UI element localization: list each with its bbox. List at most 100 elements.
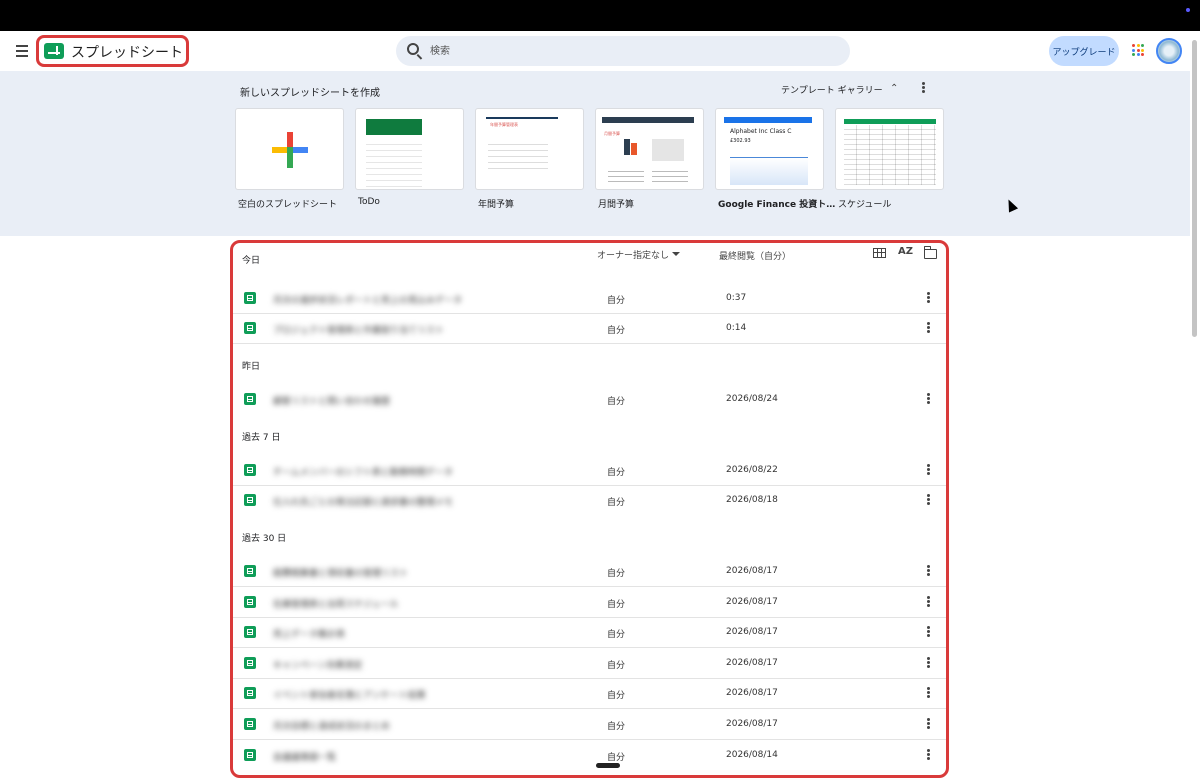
file-row[interactable]: 売上データ集計表 自分 2026/08/17 [233, 618, 946, 648]
status-dot [1186, 8, 1190, 12]
template-label: ToDo [358, 197, 380, 207]
file-owner: 自分 [607, 630, 626, 640]
grid-view-icon[interactable] [873, 248, 886, 258]
more-options-icon[interactable] [927, 687, 930, 699]
file-owner: 自分 [607, 600, 626, 610]
file-date: 2026/08/17 [726, 597, 778, 607]
file-date: 2026/08/24 [726, 394, 778, 404]
search-bar[interactable] [396, 36, 850, 66]
file-row[interactable]: キャンペーン効果測定 自分 2026/08/17 [233, 649, 946, 679]
sort-az-icon[interactable]: AZ [898, 246, 913, 257]
file-owner: 自分 [607, 326, 626, 336]
dropdown-caret-icon[interactable] [672, 252, 680, 256]
sheets-file-icon [244, 626, 256, 638]
file-row[interactable]: 月次の進捗状況レポートと売上の見込みデータ 自分 0:37 [233, 284, 946, 314]
sheets-file-icon [244, 749, 256, 761]
template-heading: 新しいスプレッドシートを作成 [240, 88, 380, 99]
file-row[interactable]: イベント参加者名簿とアンケート結果 自分 2026/08/17 [233, 679, 946, 709]
file-row[interactable]: 仕入れ先ごとの発注記録と請求書の整理メモ 自分 2026/08/18 [233, 486, 946, 516]
sheets-file-icon [244, 292, 256, 304]
search-input[interactable] [430, 42, 810, 60]
sheets-logo-icon [44, 43, 64, 59]
more-options-icon[interactable] [927, 657, 930, 669]
expand-chevron-icon[interactable]: ⌃ [890, 83, 898, 94]
file-row[interactable]: 経費精算書と領収書の管理リスト 自分 2026/08/17 [233, 557, 946, 587]
template-more-options-icon[interactable] [919, 80, 929, 96]
template-label: 年間予算 [478, 200, 515, 210]
template-label: 月間予算 [598, 200, 635, 210]
file-owner: 自分 [607, 296, 626, 306]
more-options-icon[interactable] [927, 749, 930, 761]
more-options-icon[interactable] [927, 596, 930, 608]
file-owner: 自分 [607, 468, 626, 478]
more-options-icon[interactable] [927, 565, 930, 577]
more-options-icon[interactable] [927, 626, 930, 638]
account-avatar[interactable] [1156, 38, 1182, 64]
sheets-file-icon [244, 393, 256, 405]
more-options-icon[interactable] [927, 464, 930, 476]
sheets-file-icon [244, 657, 256, 669]
upgrade-button[interactable]: アップグレード [1049, 36, 1119, 66]
template-gallery-button[interactable]: テンプレート ギャラリー [781, 83, 883, 96]
scrollbar-thumb[interactable] [1192, 40, 1197, 337]
file-name: 会議議事録一覧 [273, 753, 337, 763]
file-row[interactable]: プロジェクト管理表と作業割り当てリスト 自分 0:14 [233, 314, 946, 344]
template-label: スケジュール [838, 200, 892, 210]
more-options-icon[interactable] [927, 292, 930, 304]
file-row[interactable]: 月次目標と達成状況のまとめ 自分 2026/08/17 [233, 710, 946, 740]
main-menu-button[interactable] [13, 41, 33, 61]
section-label-past-7-days: 過去 7 日 [242, 433, 281, 443]
file-name: 経費精算書と領収書の管理リスト [273, 569, 409, 579]
file-owner: 自分 [607, 661, 626, 671]
file-date: 2026/08/17 [726, 658, 778, 668]
more-options-icon[interactable] [927, 494, 930, 506]
more-options-icon[interactable] [927, 322, 930, 334]
app-title: スプレッドシート [71, 45, 183, 61]
template-google-finance[interactable]: Alphabet Inc Class C £302.93 [715, 108, 824, 190]
last-opened-column-header[interactable]: 最終閲覧（自分） [719, 249, 791, 262]
template-todo[interactable] [355, 108, 464, 190]
file-name: イベント参加者名簿とアンケート結果 [273, 691, 426, 701]
horizontal-scroll-handle[interactable] [596, 763, 620, 768]
page-scrollbar[interactable] [1190, 31, 1200, 780]
search-icon[interactable] [407, 43, 419, 55]
sheets-file-icon [244, 596, 256, 608]
file-row[interactable]: チームメンバーのシフト表と勤務時間データ 自分 2026/08/22 [233, 456, 946, 486]
folder-icon[interactable] [923, 246, 937, 259]
sheets-file-icon [244, 464, 256, 476]
sheets-file-icon [244, 718, 256, 730]
app-brand[interactable]: スプレッドシート [36, 35, 189, 67]
file-name: チームメンバーのシフト表と勤務時間データ [273, 468, 453, 478]
file-row[interactable]: 会議議事録一覧 自分 2026/08/14 [233, 741, 946, 771]
google-apps-icon[interactable] [1132, 44, 1144, 56]
plus-icon [272, 132, 308, 168]
owner-filter-dropdown[interactable]: オーナー指定なし [597, 248, 669, 261]
file-name: 売上データ集計表 [273, 630, 346, 640]
template-label: Google Finance 投資ト… [718, 200, 836, 210]
file-row[interactable]: 顧客リストと問い合わせ履歴 自分 2026/08/24 [233, 385, 946, 415]
file-name: キャンペーン効果測定 [273, 661, 363, 671]
menu-icon-bar [16, 45, 28, 47]
file-owner: 自分 [607, 498, 626, 508]
file-date: 2026/08/18 [726, 495, 778, 505]
section-label-yesterday: 昨日 [242, 362, 261, 372]
recent-files-panel: 今日 オーナー指定なし 最終閲覧（自分） AZ 月次の進捗状況レポートと売上の見… [230, 240, 949, 778]
sheets-file-icon [244, 322, 256, 334]
template-monthly-budget[interactable]: 月間予算 [595, 108, 704, 190]
file-owner: 自分 [607, 753, 626, 763]
sheets-file-icon [244, 494, 256, 506]
file-date: 2026/08/22 [726, 465, 778, 475]
file-row[interactable]: 在庫管理表と出荷スケジュール 自分 2026/08/17 [233, 588, 946, 618]
file-date: 2026/08/17 [726, 566, 778, 576]
template-label: 空白のスプレッドシート [238, 200, 338, 210]
file-owner: 自分 [607, 722, 626, 732]
template-annual-budget[interactable]: 年間予算管理表 [475, 108, 584, 190]
file-name: 月次の進捗状況レポートと売上の見込みデータ [273, 296, 463, 306]
file-name: 仕入れ先ごとの発注記録と請求書の整理メモ [273, 498, 453, 508]
template-blank[interactable] [235, 108, 344, 190]
more-options-icon[interactable] [927, 393, 930, 405]
file-name: プロジェクト管理表と作業割り当てリスト [273, 326, 445, 336]
system-top-bar [0, 0, 1200, 31]
template-schedule[interactable] [835, 108, 944, 190]
more-options-icon[interactable] [927, 718, 930, 730]
